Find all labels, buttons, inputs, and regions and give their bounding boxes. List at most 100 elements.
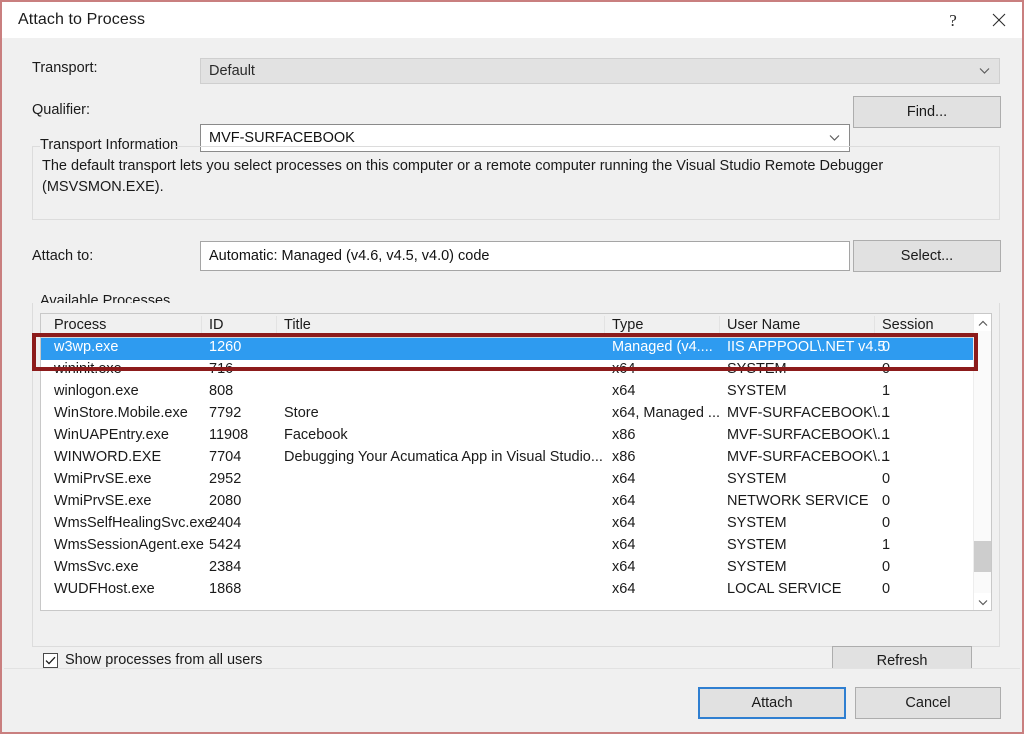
process-cell-user: SYSTEM xyxy=(727,361,787,377)
column-divider[interactable] xyxy=(604,316,605,335)
process-cell-process: WmsSvc.exe xyxy=(54,559,139,575)
process-cell-user: SYSTEM xyxy=(727,515,787,531)
process-cell-process: WINWORD.EXE xyxy=(54,449,162,465)
process-cell-type: x64 xyxy=(612,581,636,597)
column-header-title[interactable]: Title xyxy=(284,317,311,333)
column-divider[interactable] xyxy=(874,316,875,335)
process-cell-type: x86 xyxy=(612,427,636,443)
process-cell-type: x64 xyxy=(612,361,636,377)
process-cell-session: 1 xyxy=(882,383,891,399)
process-cell-process: WUDFHost.exe xyxy=(54,581,155,597)
process-row[interactable]: wininit.exe 716 x64 SYSTEM 0 xyxy=(41,360,991,382)
show-all-users-label: Show processes from all users xyxy=(65,652,263,668)
column-header-user-name[interactable]: User Name xyxy=(727,317,800,333)
process-row[interactable]: WmsSelfHealingSvc.exe 2404 x64 SYSTEM 0 xyxy=(41,514,991,536)
process-cell-title: Debugging Your Acumatica App in Visual S… xyxy=(284,449,603,465)
column-header-session[interactable]: Session xyxy=(882,317,934,333)
title-bar: Attach to Process ? xyxy=(2,2,1022,38)
process-row[interactable]: WmsSessionAgent.exe 5424 x64 SYSTEM 1 xyxy=(41,536,991,558)
close-button[interactable] xyxy=(976,2,1022,38)
process-cell-session: 0 xyxy=(882,493,891,509)
process-list-header: Process ID Title Type User Name Session xyxy=(41,314,991,338)
process-row[interactable]: w3wp.exe 1260 Managed (v4.... IIS APPPOOL\.… xyxy=(41,338,991,360)
available-processes-groupbox: Process ID Title Type User Name Session … xyxy=(32,303,1000,676)
process-row[interactable]: WmsSvc.exe 2384 x64 SYSTEM 0 xyxy=(41,558,991,580)
scrollbar-track[interactable] xyxy=(974,331,991,593)
process-row[interactable]: WmiPrvSE.exe 2952 x64 SYSTEM 0 xyxy=(41,470,991,492)
process-cell-user: SYSTEM xyxy=(727,383,787,399)
process-cell-user: NETWORK SERVICE xyxy=(727,493,869,509)
process-cell-process: w3wp.exe xyxy=(54,339,119,355)
dialog-footer: Attach Cancel xyxy=(4,668,1020,732)
process-row[interactable]: winlogon.exe 808 x64 SYSTEM 1 xyxy=(41,382,991,404)
process-cell-type: x64, Managed ... xyxy=(612,405,721,421)
process-cell-session: 0 xyxy=(882,581,891,597)
attach-to-label: Attach to: xyxy=(32,248,94,264)
close-icon xyxy=(992,13,1006,27)
process-cell-user: IIS APPPOOL\.NET v4.5 xyxy=(727,339,886,355)
process-cell-user: MVF-SURFACEBOOK\... xyxy=(727,405,889,421)
transport-combobox[interactable]: Default xyxy=(200,58,1000,84)
process-row[interactable]: WmiPrvSE.exe 2080 x64 NETWORK SERVICE 0 xyxy=(41,492,991,514)
process-cell-process: WmiPrvSE.exe xyxy=(54,493,152,509)
find-button[interactable]: Find... xyxy=(853,96,1001,128)
process-row[interactable]: WUDFHost.exe 1868 x64 LOCAL SERVICE 0 xyxy=(41,580,991,602)
process-cell-type: x86 xyxy=(612,449,636,465)
process-cell-user: SYSTEM xyxy=(727,559,787,575)
process-cell-id: 1868 xyxy=(209,581,242,597)
help-icon: ? xyxy=(949,10,957,30)
process-list-scrollbar[interactable] xyxy=(973,314,991,610)
column-divider[interactable] xyxy=(719,316,720,335)
dialog-body: Transport: Default Qualifier: MVF-SURFAC… xyxy=(4,38,1020,676)
process-cell-user: LOCAL SERVICE xyxy=(727,581,842,597)
scroll-up-button[interactable] xyxy=(974,314,991,331)
scroll-down-button[interactable] xyxy=(974,593,991,610)
process-listbox[interactable]: Process ID Title Type User Name Session … xyxy=(40,313,992,611)
help-button[interactable]: ? xyxy=(930,2,976,38)
process-cell-process: WmsSelfHealingSvc.exe xyxy=(54,515,213,531)
select-button-label: Select... xyxy=(900,248,954,264)
process-cell-process: wininit.exe xyxy=(54,361,122,377)
process-cell-process: WmsSessionAgent.exe xyxy=(54,537,204,553)
column-header-type[interactable]: Type xyxy=(612,317,643,333)
process-cell-id: 5424 xyxy=(209,537,242,553)
column-header-id[interactable]: ID xyxy=(209,317,224,333)
transport-value: Default xyxy=(209,63,255,79)
process-cell-session: 1 xyxy=(882,405,891,421)
attach-to-field[interactable]: Automatic: Managed (v4.6, v4.5, v4.0) co… xyxy=(200,241,850,271)
transport-info-line2: (MSVSMON.EXE). xyxy=(42,179,164,195)
process-cell-type: x64 xyxy=(612,515,636,531)
show-all-users-checkbox[interactable] xyxy=(43,652,58,668)
process-cell-user: SYSTEM xyxy=(727,537,787,553)
process-cell-session: 1 xyxy=(882,449,891,465)
window-title: Attach to Process xyxy=(18,11,146,28)
process-cell-id: 2404 xyxy=(209,515,242,531)
scrollbar-thumb[interactable] xyxy=(974,541,991,572)
show-all-users-row[interactable]: Show processes from all users xyxy=(43,652,262,668)
transport-label: Transport: xyxy=(32,60,98,76)
process-cell-title: Store xyxy=(284,405,319,421)
select-button[interactable]: Select... xyxy=(853,240,1001,272)
process-cell-session: 0 xyxy=(882,559,891,575)
process-cell-session: 0 xyxy=(882,361,891,377)
process-cell-id: 808 xyxy=(209,383,234,399)
column-divider[interactable] xyxy=(201,316,202,335)
attach-to-value: Automatic: Managed (v4.6, v4.5, v4.0) co… xyxy=(209,248,490,264)
process-cell-id: 7792 xyxy=(209,405,242,421)
process-cell-session: 0 xyxy=(882,515,891,531)
process-cell-type: Managed (v4.... xyxy=(612,339,713,355)
column-divider[interactable] xyxy=(276,316,277,335)
process-cell-process: WmiPrvSE.exe xyxy=(54,471,152,487)
cancel-button-label: Cancel xyxy=(905,695,951,711)
attach-button[interactable]: Attach xyxy=(698,687,846,719)
cancel-button[interactable]: Cancel xyxy=(855,687,1001,719)
process-cell-user: MVF-SURFACEBOOK\... xyxy=(727,427,889,443)
process-row[interactable]: WINWORD.EXE 7704 Debugging Your Acumatica … xyxy=(41,448,991,470)
column-header-process[interactable]: Process xyxy=(54,317,106,333)
process-cell-session: 1 xyxy=(882,537,891,553)
process-row[interactable]: WinUAPEntry.exe 11908 Facebook x86 MVF-SURFA… xyxy=(41,426,991,448)
process-row[interactable]: WinStore.Mobile.exe 7792 Store x64, Managed… xyxy=(41,404,991,426)
process-cell-id: 7704 xyxy=(209,449,242,465)
process-cell-session: 0 xyxy=(882,471,891,487)
process-cell-type: x64 xyxy=(612,559,636,575)
